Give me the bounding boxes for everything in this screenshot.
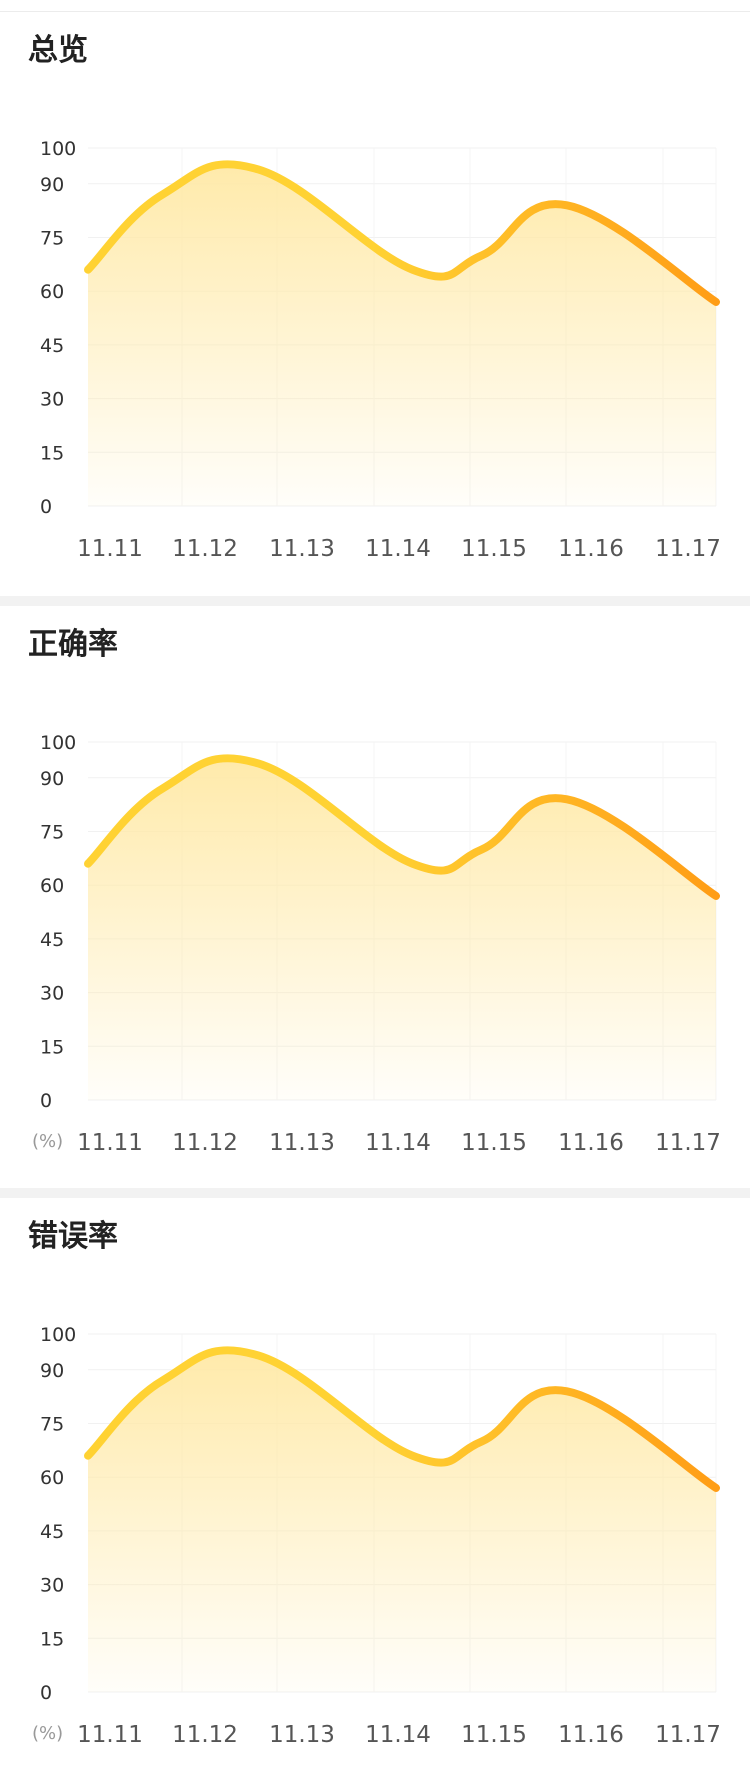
overview-panel: 总览 0 15 30 45 60 75 90 100 11.11 11.12 11.13 11.14 1… <box>0 12 750 596</box>
x-tick-label: 11.14 <box>365 536 431 562</box>
y-tick-label: 15 <box>40 1036 64 1058</box>
series-area <box>88 164 716 506</box>
y-tick-label: 0 <box>40 1682 52 1704</box>
x-tick-label: 11.14 <box>365 1130 431 1156</box>
unit-label: (%) <box>32 1131 63 1152</box>
y-tick-label: 30 <box>40 389 64 411</box>
y-tick-label: 60 <box>40 875 64 897</box>
y-tick-label: 75 <box>40 228 64 250</box>
x-tick-label: 11.11 <box>77 536 143 562</box>
error-rate-chart: 0 15 30 45 60 75 90 100 11.11 11.12 11.13 11.14 11.1… <box>32 1324 721 1748</box>
x-tick-label: 11.13 <box>269 1130 335 1156</box>
x-tick-label: 11.14 <box>365 1722 431 1748</box>
x-tick-label: 11.17 <box>655 1130 721 1156</box>
unit-label: (%) <box>32 1723 63 1744</box>
y-tick-label: 45 <box>40 335 64 357</box>
x-tick-label: 11.17 <box>655 1722 721 1748</box>
x-tick-label: 11.16 <box>558 1722 624 1748</box>
accuracy-panel: 正确率 0 15 30 45 60 75 90 100 11.11 11.12 11.13 11.14… <box>0 606 750 1188</box>
accuracy-chart: 0 15 30 45 60 75 90 100 11.11 11.12 11.13 11.14 11.1… <box>32 732 721 1156</box>
y-tick-label: 45 <box>40 1521 64 1543</box>
y-tick-label: 100 <box>40 732 76 754</box>
y-tick-label: 75 <box>40 822 64 844</box>
y-tick-label: 45 <box>40 929 64 951</box>
x-tick-label: 11.13 <box>269 536 335 562</box>
y-tick-label: 100 <box>40 1324 76 1346</box>
y-tick-label: 0 <box>40 1090 52 1112</box>
x-tick-label: 11.12 <box>172 536 238 562</box>
y-tick-label: 0 <box>40 496 52 518</box>
y-tick-label: 30 <box>40 983 64 1005</box>
x-tick-label: 11.12 <box>172 1130 238 1156</box>
y-tick-label: 30 <box>40 1575 64 1597</box>
x-tick-label: 11.15 <box>461 1130 527 1156</box>
x-tick-label: 11.12 <box>172 1722 238 1748</box>
y-tick-label: 15 <box>40 442 64 464</box>
x-tick-label: 11.11 <box>77 1722 143 1748</box>
y-tick-label: 90 <box>40 1360 64 1382</box>
x-tick-label: 11.15 <box>461 1722 527 1748</box>
y-tick-label: 75 <box>40 1414 64 1436</box>
overview-chart: 0 15 30 45 60 75 90 100 11.11 11.12 11.13 11.14 11.1… <box>40 138 721 562</box>
x-tick-label: 11.17 <box>655 536 721 562</box>
series-area <box>88 1350 716 1692</box>
top-border <box>0 0 750 12</box>
x-tick-label: 11.11 <box>77 1130 143 1156</box>
section-divider <box>0 596 750 606</box>
x-tick-label: 11.16 <box>558 536 624 562</box>
y-tick-label: 60 <box>40 1467 64 1489</box>
x-tick-label: 11.16 <box>558 1130 624 1156</box>
x-tick-label: 11.13 <box>269 1722 335 1748</box>
y-tick-label: 90 <box>40 174 64 196</box>
y-tick-label: 60 <box>40 281 64 303</box>
y-tick-label: 90 <box>40 768 64 790</box>
x-tick-label: 11.15 <box>461 536 527 562</box>
y-tick-label: 100 <box>40 138 76 160</box>
series-area <box>88 758 716 1100</box>
y-tick-label: 15 <box>40 1628 64 1650</box>
error-rate-panel: 错误率 0 15 30 45 60 75 90 100 11.11 11.12 11.13 11.14… <box>0 1198 750 1778</box>
section-divider <box>0 1188 750 1198</box>
